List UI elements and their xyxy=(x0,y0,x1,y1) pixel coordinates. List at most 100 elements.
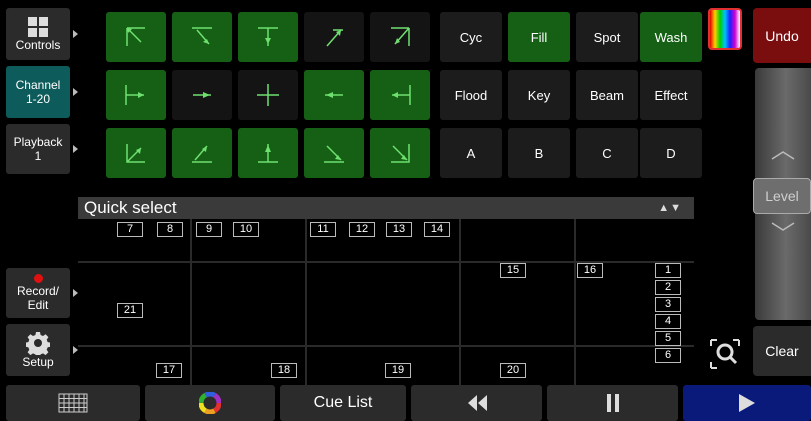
arrow-left-to-edge-icon xyxy=(392,85,411,105)
channel-7[interactable]: 7 xyxy=(117,222,143,237)
channel-19[interactable]: 19 xyxy=(385,363,411,378)
clear-button[interactable]: Clear xyxy=(753,326,811,376)
chevron-right-icon xyxy=(73,88,78,96)
arrow-right-small-icon xyxy=(193,92,211,98)
channel-20[interactable]: 20 xyxy=(500,363,526,378)
grid-view-icon xyxy=(58,393,88,413)
arrow-diagonal-down-right-icon xyxy=(324,145,344,163)
channel-16[interactable]: 16 xyxy=(577,263,603,278)
quick-select-title: Quick select xyxy=(84,198,177,217)
focus-up-left-button[interactable] xyxy=(106,12,166,62)
gear-icon xyxy=(26,332,50,355)
chevron-right-icon xyxy=(73,346,78,354)
channel-3[interactable]: 3 xyxy=(655,297,681,312)
group-fill-button[interactable]: Fill xyxy=(508,12,570,62)
controls-label: Controls xyxy=(15,38,61,52)
arrow-up-icon xyxy=(258,144,278,163)
group-effect-button[interactable]: Effect xyxy=(640,70,702,120)
chevron-down-icon[interactable] xyxy=(771,222,795,232)
focus-down-inner-right-button[interactable] xyxy=(304,128,364,178)
grid-line xyxy=(78,345,694,347)
focus-up-center-button[interactable] xyxy=(238,12,298,62)
channel-17[interactable]: 17 xyxy=(156,363,182,378)
cue-list-button[interactable]: Cue List xyxy=(280,385,406,421)
channel-1[interactable]: 1 xyxy=(655,263,681,278)
edit-label: Edit xyxy=(27,298,49,312)
group-flood-button[interactable]: Flood xyxy=(440,70,502,120)
arrow-down-icon xyxy=(258,27,278,46)
arrow-corner-top-right-icon xyxy=(391,27,410,46)
focus-center-button[interactable] xyxy=(238,70,298,120)
focus-up-right-button[interactable] xyxy=(370,12,430,62)
focus-down-inner-left-button[interactable] xyxy=(172,128,232,178)
arrow-left-small-icon xyxy=(325,92,343,98)
undo-button[interactable]: Undo xyxy=(753,8,811,63)
zoom-fit-icon[interactable] xyxy=(708,337,742,371)
channel-21[interactable]: 21 xyxy=(117,303,143,318)
arrow-right-from-edge-icon xyxy=(125,85,144,105)
focus-right-button[interactable] xyxy=(370,70,430,120)
quick-select-header[interactable]: Quick select ▲▼ xyxy=(78,197,694,219)
channel-2[interactable]: 2 xyxy=(655,280,681,295)
grid-view-button[interactable] xyxy=(6,385,140,421)
focus-inner-left-button[interactable] xyxy=(172,70,232,120)
pause-button[interactable] xyxy=(547,385,678,421)
group-key-button[interactable]: Key xyxy=(508,70,570,120)
channel-6[interactable]: 6 xyxy=(655,348,681,363)
record-edit-button[interactable]: Record/ Edit xyxy=(6,268,78,318)
color-picker-button[interactable] xyxy=(708,8,742,50)
channel-15[interactable]: 15 xyxy=(500,263,526,278)
playback-button[interactable]: Playback 1 xyxy=(6,124,78,174)
arrow-corner-top-left-icon xyxy=(126,27,145,46)
channel-11[interactable]: 11 xyxy=(310,222,336,237)
group-wash-button[interactable]: Wash xyxy=(640,12,702,62)
setup-button[interactable]: Setup xyxy=(6,324,78,376)
focus-left-button[interactable] xyxy=(106,70,166,120)
record-dot-icon xyxy=(33,274,43,283)
chevron-right-icon xyxy=(73,145,78,153)
channel-button[interactable]: Channel 1-20 xyxy=(6,66,78,118)
playback-number: 1 xyxy=(34,149,42,163)
rewind-button[interactable] xyxy=(411,385,542,421)
focus-down-center-button[interactable] xyxy=(238,128,298,178)
focus-up-inner-right-button[interactable] xyxy=(304,12,364,62)
group-b-button[interactable]: B xyxy=(508,128,570,178)
chevron-right-icon xyxy=(73,289,78,297)
channel-5[interactable]: 5 xyxy=(655,331,681,346)
grid-line xyxy=(459,219,461,385)
channel-range: 1-20 xyxy=(25,92,51,106)
expand-collapse-icon[interactable]: ▲▼ xyxy=(658,197,682,219)
group-d-button[interactable]: D xyxy=(640,128,702,178)
channel-18[interactable]: 18 xyxy=(271,363,297,378)
focus-down-left-button[interactable] xyxy=(106,128,166,178)
color-wheel-icon xyxy=(199,392,221,414)
arrow-corner-bottom-left-icon xyxy=(126,144,145,163)
channel-14[interactable]: 14 xyxy=(424,222,450,237)
play-icon xyxy=(739,394,755,412)
group-a-button[interactable]: A xyxy=(440,128,502,178)
focus-up-inner-left-button[interactable] xyxy=(172,12,232,62)
group-beam-button[interactable]: Beam xyxy=(576,70,638,120)
play-button[interactable] xyxy=(683,385,811,421)
channel-9[interactable]: 9 xyxy=(196,222,222,237)
channel-13[interactable]: 13 xyxy=(386,222,412,237)
controls-button[interactable]: Controls xyxy=(6,8,78,60)
group-spot-button[interactable]: Spot xyxy=(576,12,638,62)
channel-12[interactable]: 12 xyxy=(349,222,375,237)
channel-8[interactable]: 8 xyxy=(157,222,183,237)
grid-line xyxy=(190,219,192,385)
group-c-button[interactable]: C xyxy=(576,128,638,178)
focus-inner-right-button[interactable] xyxy=(304,70,364,120)
arrow-diagonal-up-right-icon xyxy=(192,145,212,163)
chevron-right-icon xyxy=(73,30,78,38)
channel-label: Channel xyxy=(15,78,61,92)
level-label: Level xyxy=(753,178,811,214)
channel-4[interactable]: 4 xyxy=(655,314,681,329)
color-wheel-button[interactable] xyxy=(145,385,275,421)
focus-down-right-button[interactable] xyxy=(370,128,430,178)
group-cyc-button[interactable]: Cyc xyxy=(440,12,502,62)
grid-line xyxy=(305,219,307,385)
arrow-corner-bottom-right-icon xyxy=(391,144,410,163)
chevron-up-icon[interactable] xyxy=(771,150,795,160)
channel-10[interactable]: 10 xyxy=(233,222,259,237)
